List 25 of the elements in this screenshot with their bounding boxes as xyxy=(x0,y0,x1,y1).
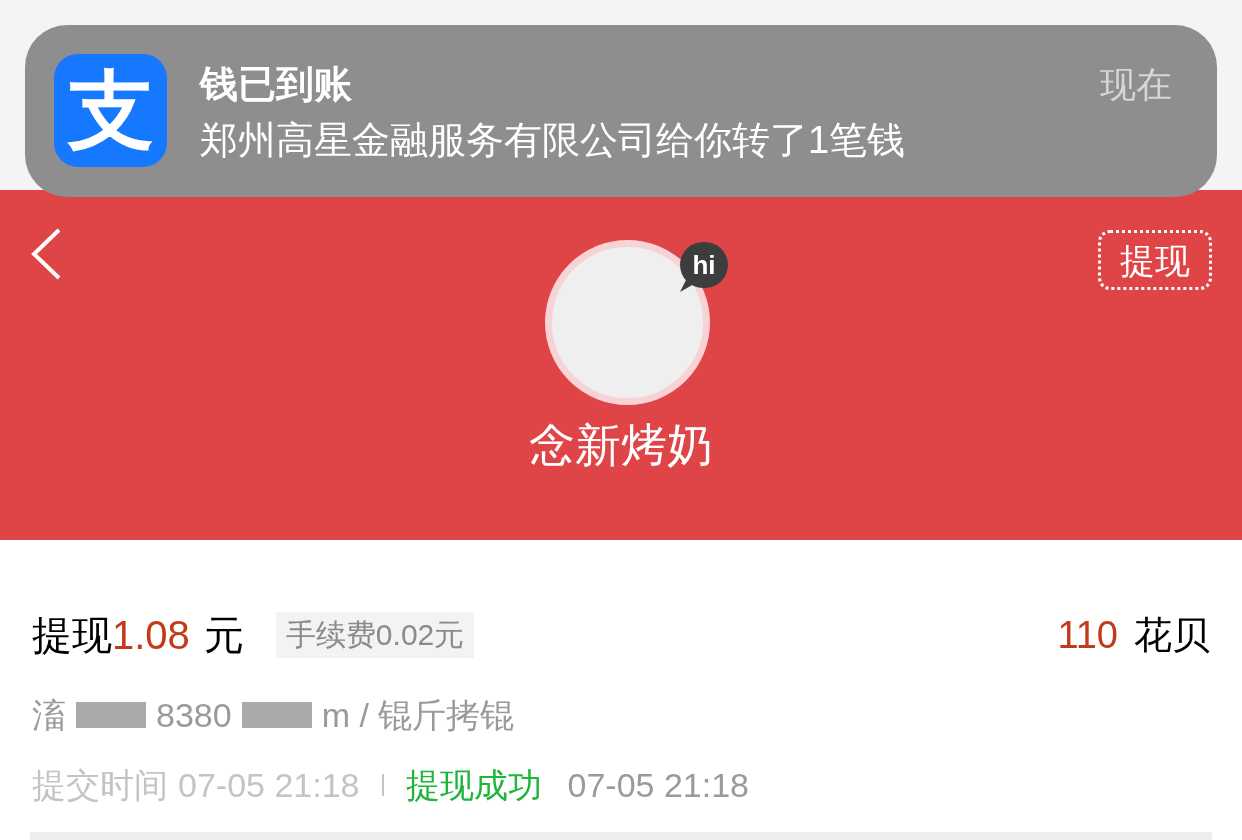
notification-time: 现在 xyxy=(1100,67,1172,103)
app-icon: 支 xyxy=(54,54,167,167)
redaction-block xyxy=(76,702,146,728)
notification-title: 钱已到账 xyxy=(200,62,353,107)
points-value: 110 xyxy=(1057,616,1118,654)
account-text: 滀 xyxy=(32,698,66,732)
account-text: 8380 xyxy=(156,698,232,732)
badge-tail-icon xyxy=(680,280,694,292)
status-text: 提现成功 xyxy=(405,768,542,802)
back-icon[interactable] xyxy=(30,227,62,281)
points-unit: 花贝 xyxy=(1134,616,1210,654)
currency-unit: 元 xyxy=(203,615,244,655)
withdraw-button[interactable]: 提现 xyxy=(1098,230,1212,290)
withdraw-label: 提现 xyxy=(32,615,112,655)
user-name: 念新烤奶 xyxy=(528,422,714,468)
withdraw-amount: 1.08 xyxy=(112,615,190,655)
fee-tag: 手续费0.02元 xyxy=(275,612,475,658)
notification-message: 郑州高星金融服务有限公司给你转了1笔钱 xyxy=(200,118,906,163)
notification-card[interactable]: 支 钱已到账 郑州高星金融服务有限公司给你转了1笔钱 现在 xyxy=(25,25,1217,197)
redaction-block xyxy=(241,702,312,728)
account-text: m / 锟斤拷锟 xyxy=(321,698,515,732)
status-time: 07-05 21:18 xyxy=(567,768,749,802)
submit-time-label: 提交时间 xyxy=(32,768,168,802)
submit-time: 07-05 21:18 xyxy=(178,768,360,802)
hi-badge: hi xyxy=(680,242,728,288)
